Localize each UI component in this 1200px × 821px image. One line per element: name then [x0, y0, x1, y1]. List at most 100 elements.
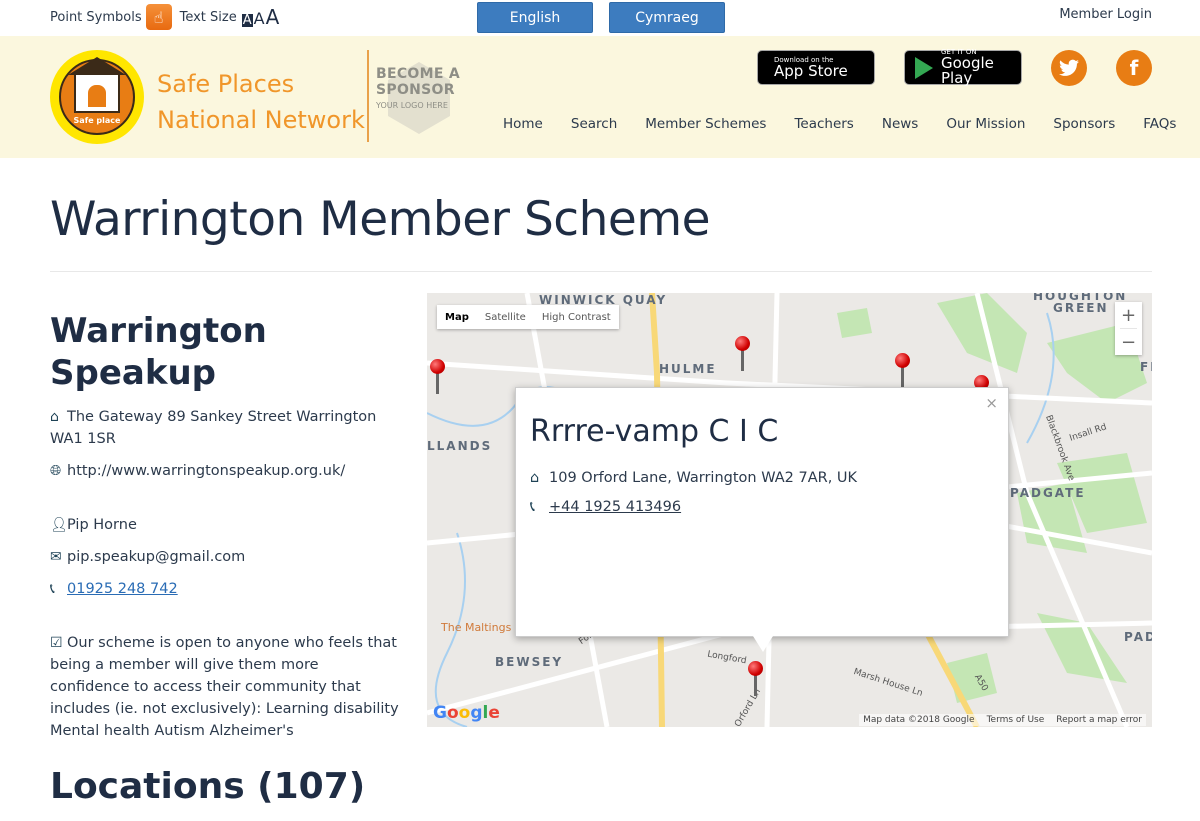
- zoom-in-button[interactable]: +: [1115, 302, 1142, 328]
- check-square-icon: ☑: [50, 635, 63, 651]
- google-play-big: Google Play: [941, 54, 994, 87]
- member-login-link[interactable]: Member Login: [1059, 7, 1152, 22]
- nav-teachers[interactable]: Teachers: [780, 116, 867, 132]
- website-text[interactable]: http://www.warringtonspeakup.org.uk/: [67, 463, 345, 479]
- text-size-options: A A A: [241, 7, 280, 27]
- google-play-icon: [915, 56, 933, 79]
- park: [837, 308, 872, 338]
- info-window-phone-link[interactable]: +44 1925 413496: [549, 499, 681, 515]
- map-footer: Map data ©2018 Google Terms of Use Repor…: [859, 714, 1146, 726]
- point-symbols-label: Point Symbols: [50, 9, 142, 25]
- user-icon: 👤︎: [50, 517, 68, 533]
- welsh-language-button[interactable]: Cymraeg: [609, 2, 725, 33]
- phone-icon: 📞︎: [50, 581, 55, 597]
- nav-our-mission[interactable]: Our Mission: [932, 116, 1039, 132]
- area-label: PADGATE: [1010, 486, 1086, 500]
- info-window-address: ⌂ 109 Orford Lane, Warrington WA2 7AR, UK: [530, 470, 857, 486]
- text-size-small[interactable]: A: [241, 14, 253, 27]
- contact-person: 👤︎Pip Horne: [50, 514, 400, 536]
- info-window-address-text: 109 Orford Lane, Warrington WA2 7AR, UK: [549, 470, 858, 486]
- area-label: FI: [1140, 360, 1152, 374]
- contact-name: Pip Horne: [67, 517, 137, 533]
- logo-label: Safe place: [73, 116, 121, 125]
- google-play-button[interactable]: GET IT ON Google Play: [904, 49, 1022, 86]
- accessibility-tools: Point Symbols ☝ Text Size A A A: [50, 4, 279, 30]
- brand-name[interactable]: Safe Places National Network: [157, 66, 365, 138]
- sponsor-line-2: SPONSOR: [376, 82, 455, 98]
- area-label: BEWSEY: [495, 655, 564, 669]
- brand-line-2: National Network: [157, 106, 365, 134]
- home-icon: ⌂: [50, 409, 59, 425]
- area-label: PADD: [1124, 630, 1152, 644]
- email-text[interactable]: pip.speakup@gmail.com: [67, 549, 245, 565]
- nav-search[interactable]: Search: [557, 116, 631, 132]
- area-label: GREEN: [1053, 301, 1109, 315]
- poi-label: The Maltings: [441, 621, 512, 634]
- report-map-error-link[interactable]: Report a map error: [1056, 715, 1142, 725]
- map-data-attribution: Map data ©2018 Google: [863, 715, 975, 725]
- locations-heading: Locations (107): [50, 766, 366, 807]
- info-window-phone: 📞︎ +44 1925 413496: [530, 499, 681, 515]
- nav-home[interactable]: Home: [489, 116, 557, 132]
- globe-icon: 🌐︎: [50, 463, 62, 479]
- description-text: Our scheme is open to anyone who feels t…: [50, 635, 399, 739]
- phone-link[interactable]: 01925 248 742: [67, 581, 178, 597]
- app-store-text: Download on the App Store: [774, 56, 848, 80]
- envelope-icon: ✉: [50, 549, 62, 565]
- site-header: Safe place Safe Places National Network …: [0, 36, 1200, 158]
- zoom-control: + −: [1115, 302, 1142, 355]
- google-logo: Google: [433, 703, 500, 723]
- nav-member-schemes[interactable]: Member Schemes: [631, 116, 780, 132]
- area-label: LLANDS: [427, 439, 493, 453]
- text-size-large[interactable]: A: [266, 7, 280, 27]
- brand-divider: [367, 50, 369, 142]
- phone-icon: 📞︎: [530, 499, 536, 515]
- scheme-description: ☑ Our scheme is open to anyone who feels …: [50, 632, 400, 742]
- logo-badge: Safe place: [59, 57, 135, 135]
- address: ⌂ The Gateway 89 Sankey Street Warrington…: [50, 406, 400, 450]
- point-symbols-hand-icon[interactable]: ☝: [145, 4, 172, 30]
- map-type-high-contrast[interactable]: High Contrast: [534, 305, 619, 329]
- phone: 📞︎ 01925 248 742: [50, 578, 400, 600]
- location-pin[interactable]: [895, 353, 911, 391]
- info-window-title: Rrrre-vamp C I C: [530, 414, 779, 449]
- safe-place-logo[interactable]: Safe place: [50, 50, 144, 144]
- sponsor-line-1: BECOME A: [376, 66, 461, 82]
- sponsor-line-3: YOUR LOGO HERE: [376, 101, 448, 110]
- become-sponsor-link[interactable]: BECOME A SPONSOR YOUR LOGO HERE: [376, 62, 461, 136]
- nav-news[interactable]: News: [868, 116, 932, 132]
- text-size-medium[interactable]: A: [254, 11, 265, 27]
- main-nav: Home Search Member Schemes Teachers News…: [489, 116, 1190, 132]
- location-pin[interactable]: [735, 336, 751, 374]
- address-text: The Gateway 89 Sankey Street Warrington …: [50, 409, 377, 447]
- map-info-window: × Rrrre-vamp C I C ⌂ 109 Orford Lane, War…: [515, 387, 1009, 652]
- location-pin[interactable]: [430, 359, 446, 397]
- google-play-text: GET IT ON Google Play: [941, 49, 1011, 86]
- map[interactable]: WINWICK QUAY HULME HOUGHTON GREEN LLANDS…: [427, 293, 1152, 727]
- website: 🌐︎ http://www.warringtonspeakup.org.uk/: [50, 460, 400, 482]
- terms-of-use-link[interactable]: Terms of Use: [987, 715, 1045, 725]
- app-store-button[interactable]: Download on the App Store: [757, 50, 875, 85]
- twitter-icon[interactable]: [1051, 50, 1087, 86]
- nav-sponsors[interactable]: Sponsors: [1039, 116, 1129, 132]
- home-icon: ⌂: [530, 470, 540, 486]
- facebook-icon[interactable]: f: [1116, 50, 1152, 86]
- nav-faqs[interactable]: FAQs: [1129, 116, 1190, 132]
- area-label: HULME: [659, 362, 717, 376]
- top-utility-bar: Point Symbols ☝ Text Size A A A English …: [0, 0, 1200, 36]
- zoom-out-button[interactable]: −: [1115, 329, 1142, 355]
- organisation-name: Warrington Speakup: [50, 311, 267, 393]
- close-icon[interactable]: ×: [985, 394, 998, 412]
- map-type-satellite[interactable]: Satellite: [477, 305, 534, 329]
- location-pin[interactable]: [748, 661, 764, 699]
- email: ✉ pip.speakup@gmail.com: [50, 546, 400, 568]
- house-icon: [68, 57, 126, 113]
- app-store-big: App Store: [774, 61, 848, 80]
- map-type-control: Map Satellite High Contrast: [437, 305, 619, 329]
- page-title: Warrington Member Scheme: [50, 192, 711, 247]
- text-size-label: Text Size: [179, 9, 237, 25]
- english-language-button[interactable]: English: [477, 2, 593, 33]
- title-divider: [50, 271, 1152, 272]
- brand-line-1: Safe Places: [157, 70, 295, 98]
- map-type-map[interactable]: Map: [437, 305, 477, 329]
